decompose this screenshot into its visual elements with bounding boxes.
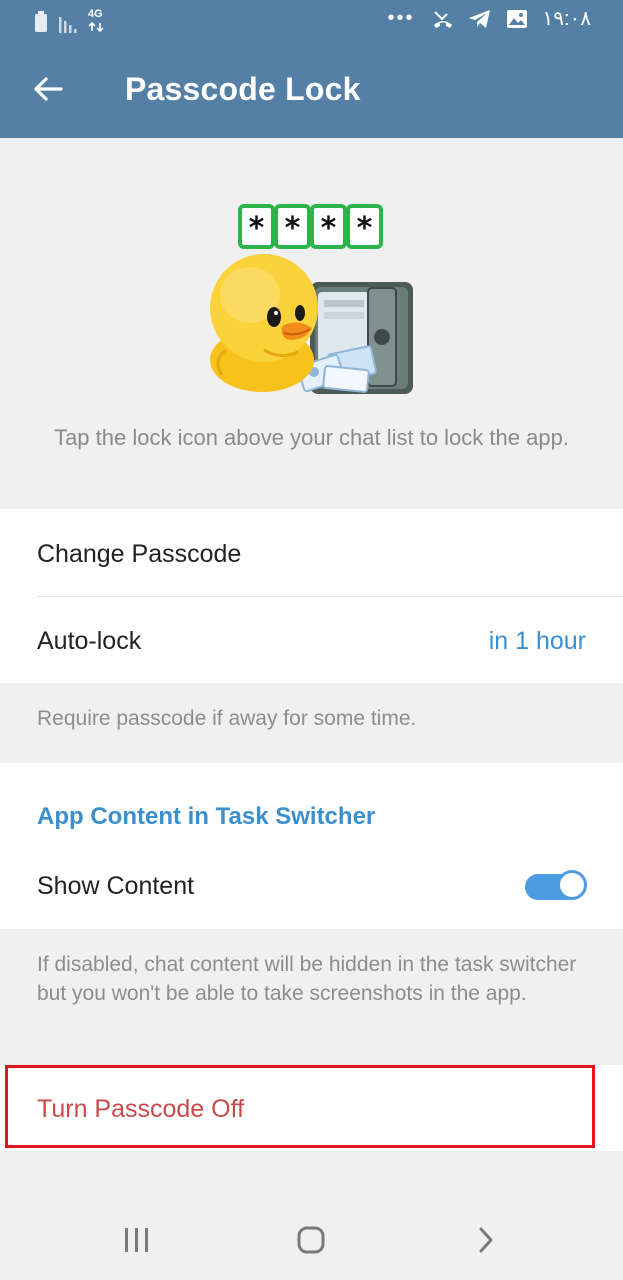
task-switcher-header: App Content in Task Switcher	[37, 803, 376, 830]
hero-section: * * * * Tap the lock icon above your cha…	[0, 138, 623, 508]
code-char-3: *	[321, 211, 337, 246]
change-passcode-label: Change Passcode	[37, 540, 242, 568]
status-right: ••• ۱۹:۰۸	[387, 6, 591, 31]
auto-lock-row[interactable]: Auto-lock in 1 hour	[0, 597, 623, 683]
show-content-toggle[interactable]	[525, 870, 587, 904]
auto-lock-info: Require passcode if away for some time.	[37, 707, 417, 730]
auto-lock-label: Auto-lock	[37, 627, 142, 655]
duck-safe-sticker: * * * *	[210, 204, 413, 394]
gallery-icon	[507, 9, 528, 28]
show-content-label: Show Content	[37, 872, 195, 900]
show-content-row[interactable]: Show Content	[0, 851, 623, 929]
task-switcher-card: App Content in Task Switcher Show Conten…	[0, 763, 623, 929]
turn-passcode-off-label: Turn Passcode Off	[37, 1095, 245, 1123]
signal-icon	[59, 17, 77, 33]
code-char-2: *	[285, 211, 301, 246]
recents-button[interactable]	[112, 1215, 162, 1265]
system-nav-bar	[0, 1195, 623, 1280]
passcode-boxes: * * * *	[238, 204, 383, 249]
back-button[interactable]	[22, 66, 74, 112]
home-icon	[297, 1226, 325, 1254]
nav-back-button[interactable]	[461, 1215, 511, 1265]
arrow-left-icon	[34, 77, 63, 101]
task-switcher-info: If disabled, chat content will be hidden…	[37, 953, 577, 1005]
toggle-thumb	[557, 870, 587, 900]
status-left: 4G	[34, 8, 110, 33]
network-type: 4G	[88, 8, 110, 33]
turn-passcode-off-button[interactable]: Turn Passcode Off	[0, 1065, 623, 1151]
duck-icon	[210, 254, 318, 392]
turn-off-card: Turn Passcode Off	[0, 1065, 623, 1151]
auto-lock-value: in 1 hour	[488, 627, 586, 655]
home-button[interactable]	[286, 1215, 336, 1265]
status-time: ۱۹:۰۸	[542, 8, 591, 30]
status-bar: 4G ••• ۱۹:۰۸	[0, 0, 623, 40]
app-bar: Passcode Lock	[0, 40, 623, 138]
missed-call-icon	[434, 10, 453, 28]
change-passcode-row[interactable]: Change Passcode	[0, 509, 623, 596]
telegram-icon	[469, 9, 491, 28]
overflow-dots: •••	[387, 7, 415, 29]
data-arrows-icon	[88, 22, 104, 32]
recents-icon	[125, 1228, 148, 1252]
code-char-1: *	[249, 211, 265, 246]
passcode-settings-card: Change Passcode Auto-lock in 1 hour	[0, 509, 623, 683]
battery-icon	[35, 11, 47, 32]
back-icon	[479, 1227, 493, 1253]
page-title: Passcode Lock	[125, 71, 361, 107]
code-char-4: *	[357, 211, 373, 246]
hero-description: Tap the lock icon above your chat list t…	[54, 425, 569, 450]
